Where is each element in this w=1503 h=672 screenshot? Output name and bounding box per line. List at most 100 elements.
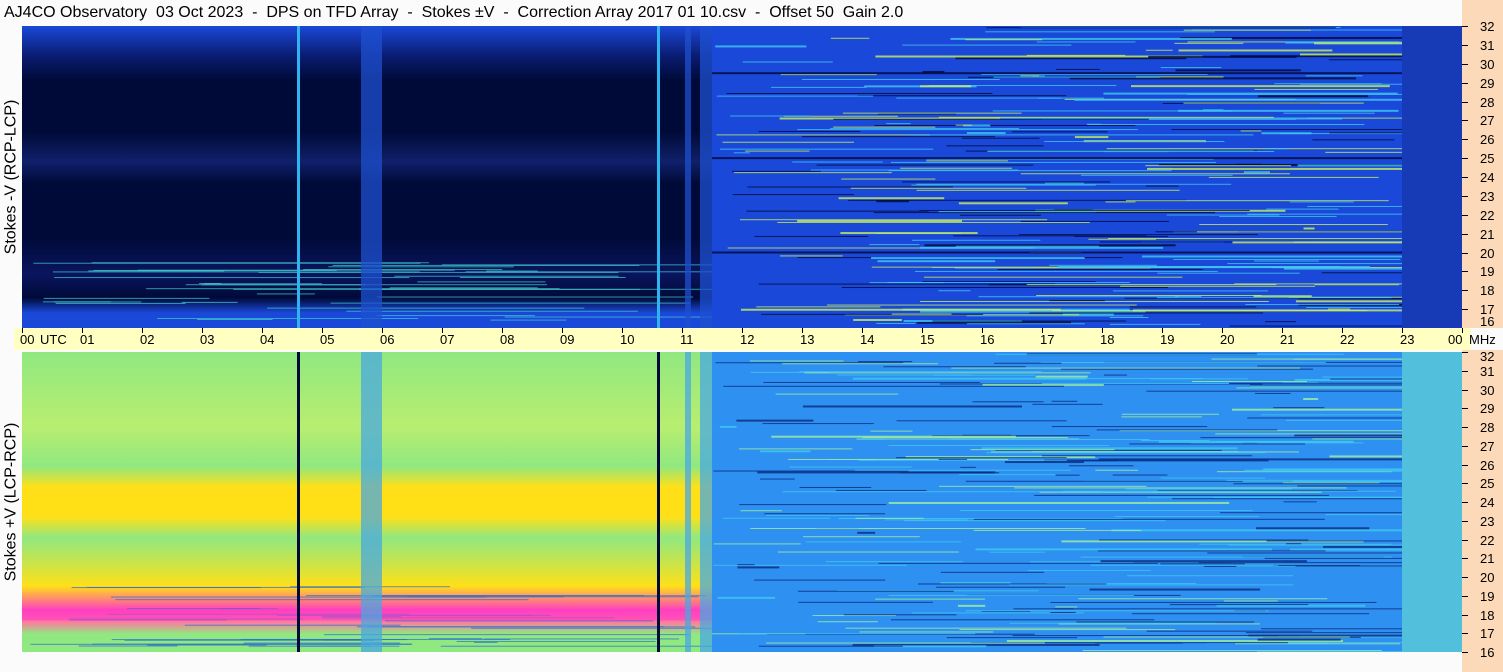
freq-tick xyxy=(1462,614,1468,616)
utc-tick-label: 13 xyxy=(800,332,815,347)
freq-tick xyxy=(1462,63,1468,65)
freq-tick-label: 21 xyxy=(1480,551,1495,567)
utc-tick-label: 05 xyxy=(320,332,335,347)
broadband-block-1 xyxy=(685,26,691,328)
broadband-line-1 xyxy=(657,352,660,652)
freq-tick-label: 26 xyxy=(1480,457,1495,473)
freq-tick xyxy=(1462,520,1468,522)
utc-tick-label: 00 xyxy=(20,332,35,347)
freq-tick-label: 23 xyxy=(1480,513,1495,529)
dark-band-1 xyxy=(712,157,1402,160)
freq-tick-label: 16 xyxy=(1480,645,1495,660)
utc-tick-label: 06 xyxy=(380,332,395,347)
top-panel-ylabel: Stokes -V (RCP-LCP) xyxy=(2,99,20,255)
top-frequency-axis: 32 31 30 29 28 27 26 25 24 23 22 21 20 19 18 17 16 xyxy=(1462,0,1503,329)
bottom-panel-ylabel: Stokes +V (LCP-RCP) xyxy=(2,422,19,582)
freq-tick-label: 30 xyxy=(1480,56,1495,72)
freq-tick xyxy=(1462,309,1468,311)
broadband-block-0 xyxy=(361,352,382,652)
freq-tick xyxy=(1462,271,1468,273)
freq-tick xyxy=(1462,539,1468,541)
freq-tick xyxy=(1462,252,1468,254)
freq-tick xyxy=(1462,139,1468,141)
freq-tick-label: 24 xyxy=(1480,170,1495,185)
utc-tick-label: 08 xyxy=(500,332,515,347)
freq-tick-label: 31 xyxy=(1480,37,1495,53)
freq-tick xyxy=(1462,352,1468,353)
broadband-block-2 xyxy=(700,352,712,652)
utc-tick-label: 09 xyxy=(560,332,575,347)
freq-tick xyxy=(1462,177,1468,178)
freq-tick xyxy=(1462,502,1468,503)
freq-tick xyxy=(1462,370,1468,372)
freq-tick xyxy=(1462,483,1468,485)
freq-tick-label: 19 xyxy=(1480,264,1495,280)
broadband-block-0 xyxy=(361,26,382,328)
freq-tick xyxy=(1462,408,1468,410)
freq-tick xyxy=(1462,577,1468,578)
utc-axis-unit: UTC xyxy=(40,332,67,347)
late-region xyxy=(1402,26,1462,328)
freq-tick-label: 27 xyxy=(1480,438,1495,454)
freq-tick xyxy=(1462,82,1468,84)
utc-tick-label: 18 xyxy=(1100,332,1115,347)
freq-tick xyxy=(1462,158,1468,160)
freq-tick-label: 22 xyxy=(1480,207,1495,223)
freq-tick-label: 31 xyxy=(1480,363,1495,379)
utc-time-axis: 00 01 02 03 04 05 06 07 08 09 10 11 12 13 14 15 16 17 18 19… xyxy=(14,328,1496,350)
freq-tick-label: 21 xyxy=(1480,226,1495,242)
freq-tick-label: 20 xyxy=(1480,245,1495,261)
freq-tick xyxy=(1462,595,1468,597)
broadband-line-0 xyxy=(297,26,300,328)
freq-tick-label: 18 xyxy=(1480,607,1495,623)
spectrogram-svg-0 xyxy=(22,26,1462,328)
spectrogram-svg-1 xyxy=(22,352,1462,652)
freq-tick-label: 19 xyxy=(1480,588,1495,604)
freq-tick-label: 25 xyxy=(1480,476,1495,492)
bottom-frequency-axis: 32 31 30 29 28 27 26 25 24 23 22 21 20 19 18 17 16 xyxy=(1462,350,1503,672)
freq-tick-label: 29 xyxy=(1480,401,1495,417)
utc-tick-label: 23 xyxy=(1400,332,1415,347)
freq-tick-label: 30 xyxy=(1480,382,1495,398)
freq-tick xyxy=(1462,233,1468,235)
utc-tick-label: 21 xyxy=(1280,332,1295,347)
stokes-minus-v-spectrogram xyxy=(22,26,1462,328)
freq-tick-label: 28 xyxy=(1480,420,1495,435)
freq-tick-label: 17 xyxy=(1480,626,1495,642)
freq-axis-unit: MHz xyxy=(1469,332,1496,347)
freq-tick-label: 25 xyxy=(1480,151,1495,167)
freq-tick xyxy=(1462,44,1468,46)
stokes-plus-v-spectrogram xyxy=(22,352,1462,652)
utc-tick-label: 20 xyxy=(1220,332,1235,347)
freq-tick-label: 28 xyxy=(1480,94,1495,110)
freq-tick xyxy=(1462,389,1468,391)
freq-tick xyxy=(1462,120,1468,122)
broadband-line-0 xyxy=(297,352,300,652)
utc-tick-label: 04 xyxy=(260,332,275,347)
freq-tick xyxy=(1462,214,1468,216)
freq-tick-label: 24 xyxy=(1480,495,1495,510)
freq-tick-label: 18 xyxy=(1480,283,1495,299)
freq-tick xyxy=(1462,290,1468,292)
utc-tick-label: 14 xyxy=(860,332,875,347)
freq-tick-label: 32 xyxy=(1480,349,1495,364)
freq-tick-label: 23 xyxy=(1480,188,1495,204)
freq-tick-label: 32 xyxy=(1480,19,1495,34)
freq-tick xyxy=(1462,633,1468,635)
utc-tick-label: 15 xyxy=(920,332,935,347)
utc-tick-label: 07 xyxy=(440,332,455,347)
freq-tick xyxy=(1462,427,1468,428)
freq-tick xyxy=(1462,652,1468,653)
freq-tick-label: 26 xyxy=(1480,132,1495,148)
utc-tick-label: 03 xyxy=(200,332,215,347)
freq-tick xyxy=(1462,445,1468,447)
freq-tick-label: 27 xyxy=(1480,113,1495,129)
freq-tick-label: 29 xyxy=(1480,75,1495,91)
broadband-block-2 xyxy=(700,26,712,328)
utc-tick-label: 12 xyxy=(740,332,755,347)
utc-tick-label: 10 xyxy=(620,332,635,347)
freq-tick xyxy=(1462,101,1468,103)
utc-tick-label: 02 xyxy=(140,332,155,347)
freq-tick-label: 20 xyxy=(1480,570,1495,585)
freq-tick xyxy=(1462,195,1468,197)
